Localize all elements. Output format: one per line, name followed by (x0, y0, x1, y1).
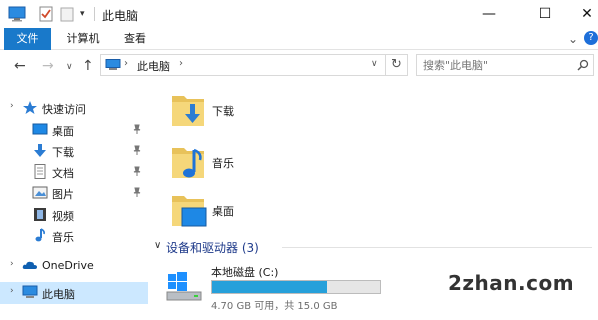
search-input[interactable] (423, 57, 573, 73)
navigation-pane: › 快速访问 桌面 下载 文档 图片 视频 音乐 › OneDrive › 此电… (0, 82, 148, 320)
folder-music[interactable]: 音乐 (170, 142, 330, 186)
sidebar-item-label: 下载 (52, 146, 74, 159)
computer-icon (105, 59, 121, 70)
watermark: 2zhan.com (448, 271, 575, 295)
navigation-bar: ← → ∨ ↑ › 此电脑 › ∨ ↻ (0, 50, 598, 82)
breadcrumb-this-pc[interactable]: 此电脑 (137, 58, 170, 74)
ribbon-tabs: 文件 计算机 查看 ⌄ ? (0, 28, 598, 50)
up-button[interactable]: ↑ (82, 58, 94, 74)
download-folder-icon (172, 96, 204, 126)
cloud-icon (22, 261, 37, 269)
devices-group-header[interactable]: ∨ 设备和驱动器 (3) (154, 238, 594, 256)
sidebar-item-label: 文档 (52, 167, 74, 180)
refresh-button[interactable]: ↻ (386, 54, 408, 76)
drive-usage-fill (212, 281, 328, 293)
group-title: 设备和驱动器 (3) (166, 241, 259, 255)
sidebar-item-desktop[interactable]: 桌面 (0, 119, 148, 140)
sidebar-item-videos[interactable]: 视频 (0, 204, 148, 225)
folder-label: 下载 (212, 105, 234, 118)
customize-toolbar-dropdown[interactable]: ▾ (80, 6, 90, 22)
title-separator (94, 7, 95, 21)
windows-drive-icon (166, 272, 202, 301)
document-icon (34, 164, 46, 179)
sidebar-item-music[interactable]: 音乐 (0, 225, 148, 246)
tab-file[interactable]: 文件 (4, 28, 51, 50)
forward-button[interactable]: → (42, 58, 54, 74)
collapse-group-icon[interactable]: ∨ (154, 240, 161, 251)
drive-c[interactable]: 本地磁盘 (C:) 4.70 GB 可用，共 15.0 GB (166, 264, 386, 314)
address-history-dropdown[interactable]: ∨ (371, 59, 378, 69)
sidebar-item-onedrive[interactable]: › OneDrive (0, 255, 148, 276)
close-button[interactable]: ✕ (576, 0, 598, 28)
sidebar-item-label: 桌面 (52, 125, 74, 138)
sidebar-item-label: 图片 (52, 188, 74, 201)
breadcrumb-separator-icon[interactable]: › (124, 58, 128, 69)
pin-icon[interactable] (132, 124, 142, 134)
expand-ribbon-icon[interactable]: ⌄ (568, 32, 578, 46)
drive-name: 本地磁盘 (C:) (211, 266, 279, 279)
title-bar: ▾ 此电脑 — ☐ ✕ (0, 0, 598, 28)
folder-desktop[interactable]: 桌面 (170, 190, 330, 234)
drive-space-info: 4.70 GB 可用，共 15.0 GB (211, 301, 338, 312)
computer-icon[interactable] (8, 6, 26, 22)
music-icon (35, 228, 45, 242)
recent-locations-button[interactable]: ∨ (66, 62, 73, 72)
sidebar-item-label: 此电脑 (42, 288, 75, 301)
breadcrumb-separator-icon[interactable]: › (179, 58, 183, 69)
music-folder-icon (172, 148, 204, 178)
drive-usage-bar (211, 280, 381, 294)
folder-label: 音乐 (212, 157, 234, 170)
new-folder-icon[interactable] (60, 6, 74, 22)
sidebar-item-label: 音乐 (52, 231, 74, 244)
search-box[interactable] (416, 54, 594, 76)
window-title: 此电脑 (102, 9, 139, 23)
pin-icon[interactable] (132, 166, 142, 176)
video-icon (34, 208, 46, 221)
expand-arrow-icon[interactable]: › (10, 259, 14, 269)
sidebar-item-downloads[interactable]: 下载 (0, 140, 148, 161)
maximize-button[interactable]: ☐ (522, 0, 568, 28)
desktop-icon (32, 123, 48, 135)
desktop-folder-icon (172, 196, 207, 227)
address-bar[interactable]: › 此电脑 › ∨ (100, 54, 386, 76)
folder-downloads[interactable]: 下载 (170, 90, 330, 134)
help-icon[interactable]: ? (584, 31, 598, 45)
tab-view[interactable]: 查看 (115, 28, 155, 50)
group-divider (282, 247, 592, 248)
pin-icon[interactable] (132, 145, 142, 155)
picture-icon (32, 186, 48, 199)
folder-label: 桌面 (212, 205, 234, 218)
properties-icon[interactable] (38, 6, 54, 22)
sidebar-item-label: 视频 (52, 210, 74, 223)
sidebar-item-quick-access[interactable]: › 快速访问 (0, 97, 148, 118)
sidebar-item-label: OneDrive (42, 259, 94, 272)
back-button[interactable]: ← (14, 58, 26, 74)
sidebar-item-this-pc[interactable]: › 此电脑 (0, 282, 148, 304)
download-icon (34, 144, 46, 157)
sidebar-item-label: 快速访问 (42, 103, 86, 116)
minimize-button[interactable]: — (466, 0, 512, 28)
sidebar-item-pictures[interactable]: 图片 (0, 182, 148, 203)
expand-arrow-icon[interactable]: › (10, 101, 14, 111)
computer-icon (22, 285, 38, 298)
star-icon (23, 101, 37, 114)
sidebar-item-documents[interactable]: 文档 (0, 161, 148, 182)
search-icon[interactable] (577, 59, 589, 71)
pin-icon[interactable] (132, 187, 142, 197)
tab-computer[interactable]: 计算机 (58, 28, 108, 50)
expand-arrow-icon[interactable]: › (10, 286, 14, 296)
